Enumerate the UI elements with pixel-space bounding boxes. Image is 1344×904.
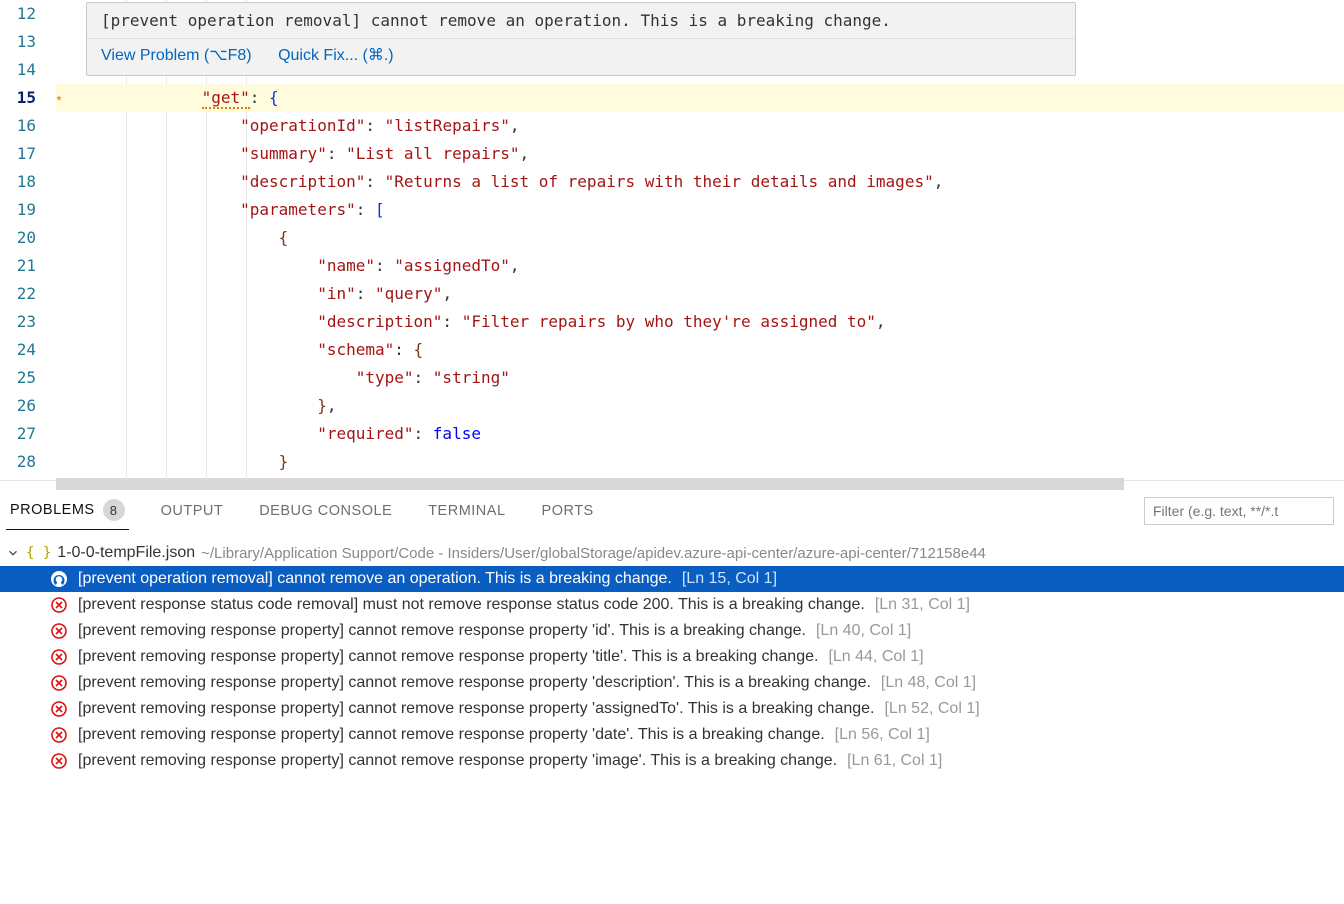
code-line[interactable]: }, <box>56 392 1344 420</box>
problem-location: [Ln 40, Col 1] <box>816 622 911 640</box>
line-number: 16 <box>0 112 36 140</box>
problems-count-badge: 8 <box>103 499 125 521</box>
problem-row[interactable]: [prevent response status code removal] m… <box>0 592 1344 618</box>
tab-ports[interactable]: PORTS <box>538 495 598 527</box>
problem-message: [prevent removing response property] can… <box>78 674 871 692</box>
error-icon <box>50 700 68 718</box>
line-number-gutter: 1213141516171819202122232425262728 <box>0 0 56 480</box>
tab-terminal[interactable]: TERMINAL <box>424 495 509 527</box>
error-icon <box>50 622 68 640</box>
problems-file-path: ~/Library/Application Support/Code - Ins… <box>201 545 986 562</box>
line-number: 27 <box>0 420 36 448</box>
lightbulb-icon[interactable] <box>52 89 68 105</box>
problem-location: [Ln 56, Col 1] <box>835 726 930 744</box>
problem-row[interactable]: [prevent removing response property] can… <box>0 644 1344 670</box>
error-icon <box>50 596 68 614</box>
code-line[interactable]: "schema": { <box>56 336 1344 364</box>
problem-location: [Ln 61, Col 1] <box>847 752 942 770</box>
view-problem-link[interactable]: View Problem (⌥F8) <box>101 47 252 64</box>
code-line[interactable]: "required": false <box>56 420 1344 448</box>
chevron-down-icon[interactable] <box>6 546 20 560</box>
code-line[interactable]: { <box>56 224 1344 252</box>
code-line[interactable]: } <box>56 448 1344 476</box>
problem-row[interactable]: [prevent removing response property] can… <box>0 722 1344 748</box>
problems-filter <box>1144 497 1334 525</box>
problem-message: [prevent removing response property] can… <box>78 700 874 718</box>
tab-debug-console[interactable]: DEBUG CONSOLE <box>255 495 396 527</box>
problem-location: [Ln 44, Col 1] <box>828 648 923 666</box>
problem-message: [prevent response status code removal] m… <box>78 596 865 614</box>
problem-row[interactable]: [prevent removing response property] can… <box>0 696 1344 722</box>
code-line[interactable]: "type": "string" <box>56 364 1344 392</box>
code-editor[interactable]: 1213141516171819202122232425262728 } }, … <box>0 0 1344 480</box>
line-number: 28 <box>0 448 36 476</box>
error-icon <box>50 648 68 666</box>
diagnostic-hover-message: [prevent operation removal] cannot remov… <box>87 3 1075 38</box>
lightbulb-info-icon <box>50 570 68 588</box>
line-number: 18 <box>0 168 36 196</box>
line-number: 20 <box>0 224 36 252</box>
tab-output[interactable]: OUTPUT <box>157 495 228 527</box>
tab-problems-label: PROBLEMS <box>10 502 95 518</box>
line-number: 24 <box>0 336 36 364</box>
problem-message: [prevent removing response property] can… <box>78 726 825 744</box>
problem-row[interactable]: [prevent removing response property] can… <box>0 748 1344 774</box>
line-number: 25 <box>0 364 36 392</box>
line-number: 23 <box>0 308 36 336</box>
error-icon <box>50 726 68 744</box>
problem-row[interactable]: [prevent removing response property] can… <box>0 618 1344 644</box>
diagnostic-hover: [prevent operation removal] cannot remov… <box>86 2 1076 76</box>
line-number: 13 <box>0 28 36 56</box>
diagnostic-hover-actions: View Problem (⌥F8) Quick Fix... (⌘.) <box>87 38 1075 75</box>
line-number: 12 <box>0 0 36 28</box>
json-file-icon: { } <box>26 545 51 561</box>
line-number: 21 <box>0 252 36 280</box>
problems-filter-input[interactable] <box>1144 497 1334 525</box>
problems-file-name: 1-0-0-tempFile.json <box>57 544 195 562</box>
problem-message: [prevent removing response property] can… <box>78 648 818 666</box>
problem-message: [prevent operation removal] cannot remov… <box>78 570 672 588</box>
tab-problems[interactable]: PROBLEMS 8 <box>6 491 129 530</box>
line-number: 15 <box>0 84 36 112</box>
code-line[interactable]: "description": "Filter repairs by who th… <box>56 308 1344 336</box>
error-icon <box>50 674 68 692</box>
problem-location: [Ln 31, Col 1] <box>875 596 970 614</box>
line-number: 19 <box>0 196 36 224</box>
line-number: 14 <box>0 56 36 84</box>
line-number: 17 <box>0 140 36 168</box>
code-line[interactable]: "get": { <box>56 84 1344 112</box>
quick-fix-link[interactable]: Quick Fix... (⌘.) <box>278 47 394 64</box>
code-line[interactable]: "operationId": "listRepairs", <box>56 112 1344 140</box>
bottom-panel: PROBLEMS 8 OUTPUT DEBUG CONSOLE TERMINAL… <box>0 480 1344 774</box>
problem-message: [prevent removing response property] can… <box>78 752 837 770</box>
line-number: 22 <box>0 280 36 308</box>
code-line[interactable]: "name": "assignedTo", <box>56 252 1344 280</box>
problem-location: [Ln 48, Col 1] <box>881 674 976 692</box>
problem-location: [Ln 52, Col 1] <box>884 700 979 718</box>
horizontal-scrollbar[interactable] <box>56 478 1124 490</box>
problem-row[interactable]: [prevent operation removal] cannot remov… <box>0 566 1344 592</box>
code-line[interactable]: "parameters": [ <box>56 196 1344 224</box>
problem-message: [prevent removing response property] can… <box>78 622 806 640</box>
code-line[interactable]: "description": "Returns a list of repair… <box>56 168 1344 196</box>
problems-file-row[interactable]: { } 1-0-0-tempFile.json ~/Library/Applic… <box>0 540 1344 566</box>
code-line[interactable]: "summary": "List all repairs", <box>56 140 1344 168</box>
line-number: 26 <box>0 392 36 420</box>
code-line[interactable]: "in": "query", <box>56 280 1344 308</box>
problems-list: { } 1-0-0-tempFile.json ~/Library/Applic… <box>0 530 1344 774</box>
problem-row[interactable]: [prevent removing response property] can… <box>0 670 1344 696</box>
error-icon <box>50 752 68 770</box>
problem-location: [Ln 15, Col 1] <box>682 570 777 588</box>
